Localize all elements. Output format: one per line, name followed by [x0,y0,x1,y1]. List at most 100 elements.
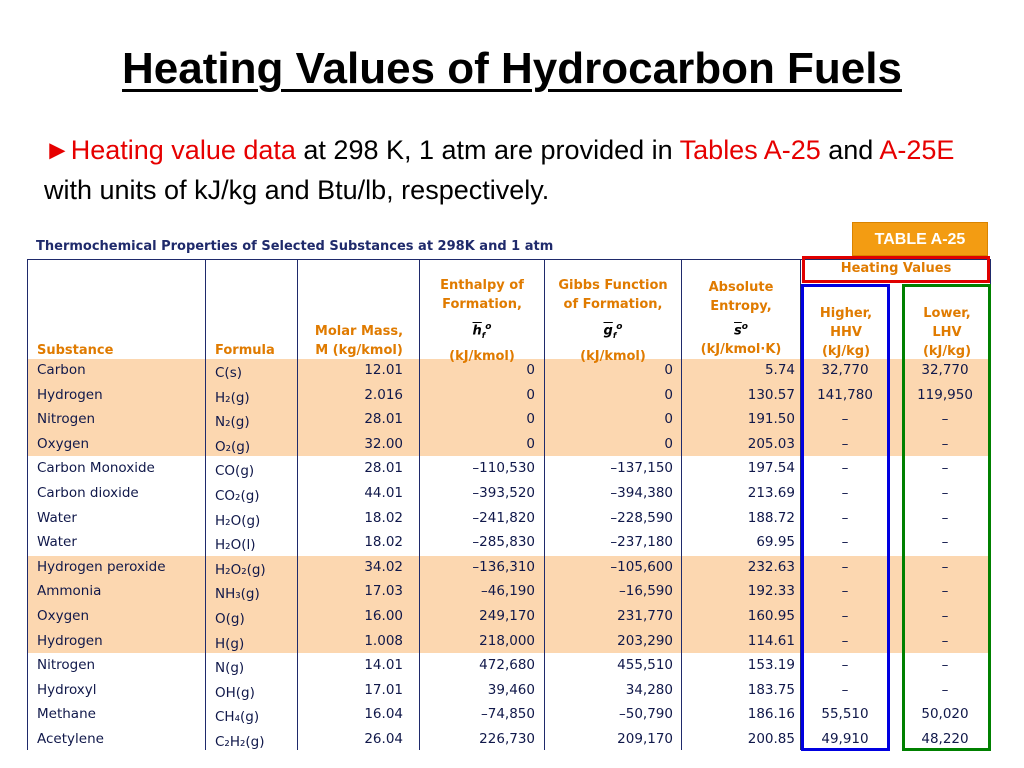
cell-gibbs: –394,380 [610,485,673,501]
cell-gibbs: 209,170 [617,731,673,747]
cell-formula: C(s) [215,365,242,381]
header-molar-mass-line2: M (kg/kmol) [315,343,403,358]
cell-entropy: 69.95 [756,534,795,551]
cell-substance: Nitrogen [37,411,96,428]
cell-entropy: 114.61 [747,632,795,649]
cell-gibbs: 0 [664,362,673,378]
cell-substance: Hydroxyl [37,681,97,698]
cell-enthalpy: –136,310 [472,558,535,575]
cell-molar-mass: 2.016 [364,386,403,403]
cell-substance: Carbon dioxide [37,485,139,501]
cell-enthalpy: –285,830 [472,534,535,551]
header-gibbs-symbol-wrap: gfo [603,322,623,340]
cell-formula: H₂O₂(g) [215,561,266,578]
header-enthalpy-line2: Formation, [442,297,522,312]
cell-enthalpy: –241,820 [472,509,535,526]
intro-text-part3: with units of kJ/kg and Btu/lb, respecti… [44,175,550,205]
cell-formula: OH(g) [215,684,255,701]
cell-formula: O(g) [215,611,245,627]
cell-gibbs: –16,590 [619,583,673,600]
cell-enthalpy: 0 [526,386,535,403]
cell-entropy: 205.03 [747,435,795,452]
header-molar-mass: Molar Mass, M (kg/kmol) [300,322,418,360]
cell-entropy: 183.75 [747,681,795,698]
header-enthalpy-symbol: h [472,323,482,339]
cell-substance: Ammonia [37,583,102,600]
cell-gibbs: –228,590 [610,509,673,526]
header-enthalpy: Enthalpy of Formation, hfo (kJ/kmol) [421,276,543,366]
cell-formula: O₂(g) [215,438,251,455]
cell-enthalpy: 218,000 [479,632,535,649]
cell-entropy: 191.50 [747,411,795,428]
header-entropy-symbol: s [734,323,742,339]
cell-substance: Acetylene [37,731,104,747]
cell-entropy: 232.63 [747,558,795,575]
header-molar-mass-line1: Molar Mass, [314,324,404,339]
cell-substance: Oxygen [37,608,90,624]
cell-enthalpy: 249,170 [479,608,535,624]
cell-entropy: 130.57 [747,386,795,403]
cell-enthalpy: –393,520 [472,485,535,501]
cell-entropy: 160.95 [747,608,795,624]
cell-enthalpy: 39,460 [487,681,535,698]
cell-substance: Water [37,534,77,551]
cell-molar-mass: 17.03 [364,583,403,600]
cell-formula: H₂O(l) [215,537,256,554]
cell-enthalpy: –46,190 [481,583,535,600]
cell-gibbs: 0 [664,435,673,452]
cell-entropy: 188.72 [747,509,795,526]
table-tag: TABLE A-25 [852,222,988,256]
header-entropy-line1: Absolute [708,280,774,295]
header-substance: Substance [37,343,114,358]
cell-formula: NH₃(g) [215,586,260,603]
cell-molar-mass: 12.01 [364,362,403,378]
cell-gibbs: 203,290 [617,632,673,649]
cell-gibbs: 0 [664,411,673,428]
cell-molar-mass: 17.01 [364,681,403,698]
cell-gibbs: 34,280 [625,681,673,698]
cell-formula: N(g) [215,660,245,677]
cell-gibbs: –50,790 [619,706,673,723]
cell-molar-mass: 26.04 [364,731,403,747]
cell-molar-mass: 16.04 [364,706,403,723]
cell-molar-mass: 16.00 [364,608,403,624]
intro-highlight-tables: Tables A-25 [679,135,821,165]
table-caption: Thermochemical Properties of Selected Su… [36,239,554,254]
header-enthalpy-line1: Enthalpy of [440,278,524,293]
cell-formula: CO₂(g) [215,488,260,504]
cell-entropy: 153.19 [747,657,795,674]
header-enthalpy-symbol-wrap: hfo [472,322,492,340]
cell-entropy: 197.54 [747,460,795,477]
cell-molar-mass: 18.02 [364,509,403,526]
intro-text-part2: and [820,135,880,165]
header-entropy-line2: Entropy, [710,299,772,314]
cell-molar-mass: 1.008 [364,632,403,649]
cell-substance: Oxygen [37,435,90,452]
cell-molar-mass: 34.02 [364,558,403,575]
cell-substance: Hydrogen peroxide [37,558,166,575]
cell-gibbs: –237,180 [610,534,673,551]
cell-enthalpy: –74,850 [481,706,535,723]
cell-entropy: 192.33 [747,583,795,600]
cell-substance: Hydrogen [37,386,103,403]
header-gibbs: Gibbs Function of Formation, gfo (kJ/kmo… [546,276,680,366]
cell-enthalpy: 0 [526,362,535,378]
cell-substance: Methane [37,706,96,723]
slide-title: Heating Values of Hydrocarbon Fuels [122,44,902,93]
cell-enthalpy: 0 [526,411,535,428]
lhv-column-highlight [902,284,991,751]
hhv-column-highlight [801,284,890,751]
cell-formula: CO(g) [215,463,255,480]
header-formula: Formula [215,343,275,358]
intro-text-part1: at 298 K, 1 atm are provided in [295,135,680,165]
cell-entropy: 213.69 [747,485,795,501]
cell-enthalpy: 0 [526,435,535,452]
cell-substance: Carbon Monoxide [37,460,155,477]
cell-enthalpy: 472,680 [479,657,535,674]
cell-enthalpy: 226,730 [479,731,535,747]
cell-gibbs: 455,510 [617,657,673,674]
cell-substance: Water [37,509,77,526]
header-gibbs-line1: Gibbs Function [558,278,668,293]
cell-molar-mass: 28.01 [364,411,403,428]
heating-values-highlight [802,256,990,283]
